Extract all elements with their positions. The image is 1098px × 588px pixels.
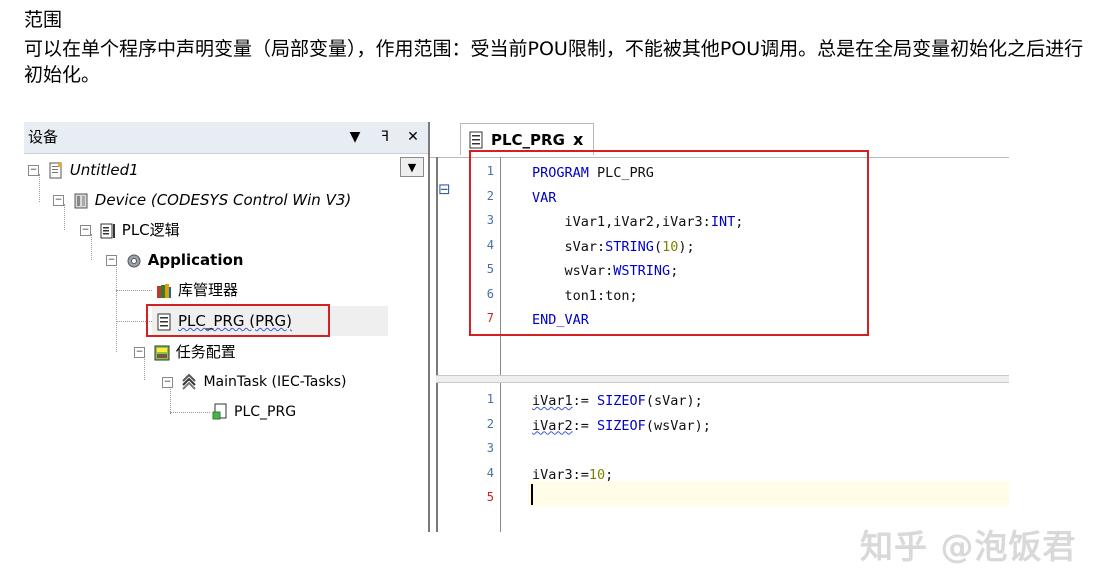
tree-connector (116, 264, 117, 352)
pou-file-icon (469, 131, 483, 149)
editor-splitter[interactable] (436, 375, 1009, 383)
program-call-icon (212, 403, 227, 420)
project-file-icon (49, 162, 62, 178)
doc-body: 可以在单个程序中声明变量（局部变量），作用范围：受当前POU限制，不能被其他PO… (24, 38, 1084, 86)
collapse-icon[interactable]: − (80, 225, 91, 236)
collapse-icon[interactable]: − (106, 255, 117, 266)
code-token: := (572, 417, 598, 434)
tree-item-untitled[interactable]: − Untitled1 (28, 155, 139, 185)
code-token: SIZEOF (597, 417, 646, 434)
collapse-icon[interactable]: − (53, 195, 64, 206)
code-line[interactable]: iVar3:=10; (532, 463, 613, 488)
highlight-box-tree (146, 304, 330, 337)
tree-item-plc-logic[interactable]: − PLC逻辑 (80, 215, 180, 245)
line-number: 5 (486, 490, 494, 504)
watermark: 知乎 @泡饭君 (860, 527, 1077, 566)
tree-item-application[interactable]: − Application (106, 245, 243, 275)
highlight-box-declaration (469, 150, 869, 336)
code-token: iVar2 (532, 417, 573, 434)
tree-label-device: Device (CODESYS Control Win V3) (94, 191, 352, 209)
library-icon (157, 283, 171, 298)
tree-item-library-manager[interactable]: 库管理器 (156, 275, 238, 305)
code-line[interactable]: iVar2:= SIZEOF(wsVar); (532, 414, 711, 439)
tree-item-task-config[interactable]: − 任务配置 (134, 337, 236, 367)
close-panel-icon[interactable]: ✕ (402, 122, 424, 153)
doc-title: 范围 (24, 9, 63, 31)
line-number: 4 (486, 465, 494, 480)
code-token: ; (605, 466, 614, 483)
tree-connector (116, 290, 152, 291)
device-icon (74, 193, 88, 208)
tree-label-task-plc-prg: PLC_PRG (234, 404, 297, 420)
task-icon (182, 373, 197, 390)
code-token: (wsVar); (645, 417, 711, 434)
tree-dropdown-button[interactable]: ▼ (400, 157, 424, 177)
code-token: iVar3:= (532, 466, 589, 483)
plc-logic-icon (100, 223, 115, 238)
code-token: iVar1 (532, 393, 573, 409)
tree-label-library-manager: 库管理器 (178, 281, 239, 299)
tree-connector (170, 412, 210, 413)
line-number: 2 (486, 416, 494, 431)
gear-icon (127, 254, 141, 267)
task-config-icon (154, 345, 170, 360)
collapse-icon[interactable]: − (162, 376, 173, 388)
tree-label-untitled: Untitled1 (69, 161, 139, 179)
tab-label: PLC_PRG (491, 131, 565, 149)
code-token: SIZEOF (597, 393, 646, 409)
tree-item-task-plc-prg[interactable]: PLC_PRG (212, 397, 296, 427)
code-line[interactable]: iVar1:= SIZEOF(sVar); (532, 389, 703, 414)
device-panel-header: 设备 ▼ ꟻ ✕ (24, 122, 428, 154)
collapse-icon[interactable]: − (28, 165, 39, 176)
line-number: 3 (486, 441, 494, 455)
code-token: (sVar); (645, 393, 703, 409)
text-caret (531, 484, 533, 505)
collapse-icon[interactable]: − (134, 347, 145, 358)
pin-icon[interactable]: ꟻ (374, 122, 396, 153)
tree-item-main-task[interactable]: − MainTask (IEC-Tasks) (162, 367, 347, 397)
panel-dropdown-icon[interactable]: ▼ (344, 122, 366, 153)
line-number: 1 (486, 392, 494, 406)
tree-label-plc-logic: PLC逻辑 (121, 221, 180, 239)
code-token: 10 (588, 466, 606, 483)
device-panel: 设备 ▼ ꟻ ✕ ▼ − Untitled1 − Device (CODESYS… (24, 122, 430, 532)
tree-label-main-task: MainTask (IEC-Tasks) (203, 374, 347, 390)
tree-label-task-config: 任务配置 (175, 343, 236, 361)
tree-label-application: Application (147, 251, 244, 269)
tree-item-device[interactable]: − Device (CODESYS Control Win V3) (53, 185, 351, 215)
editor-panel: PLC_PRG x ⊟ 1 PROGRAM PLC_PRG 2 VAR 3 iVar1,… (430, 107, 1009, 532)
implementation-editor[interactable]: 1 iVar1:= SIZEOF(sVar); 2 iVar2:= SIZEOF(ws… (430, 383, 1009, 533)
code-token: := (572, 393, 598, 409)
device-panel-title: 设备 (28, 128, 59, 146)
